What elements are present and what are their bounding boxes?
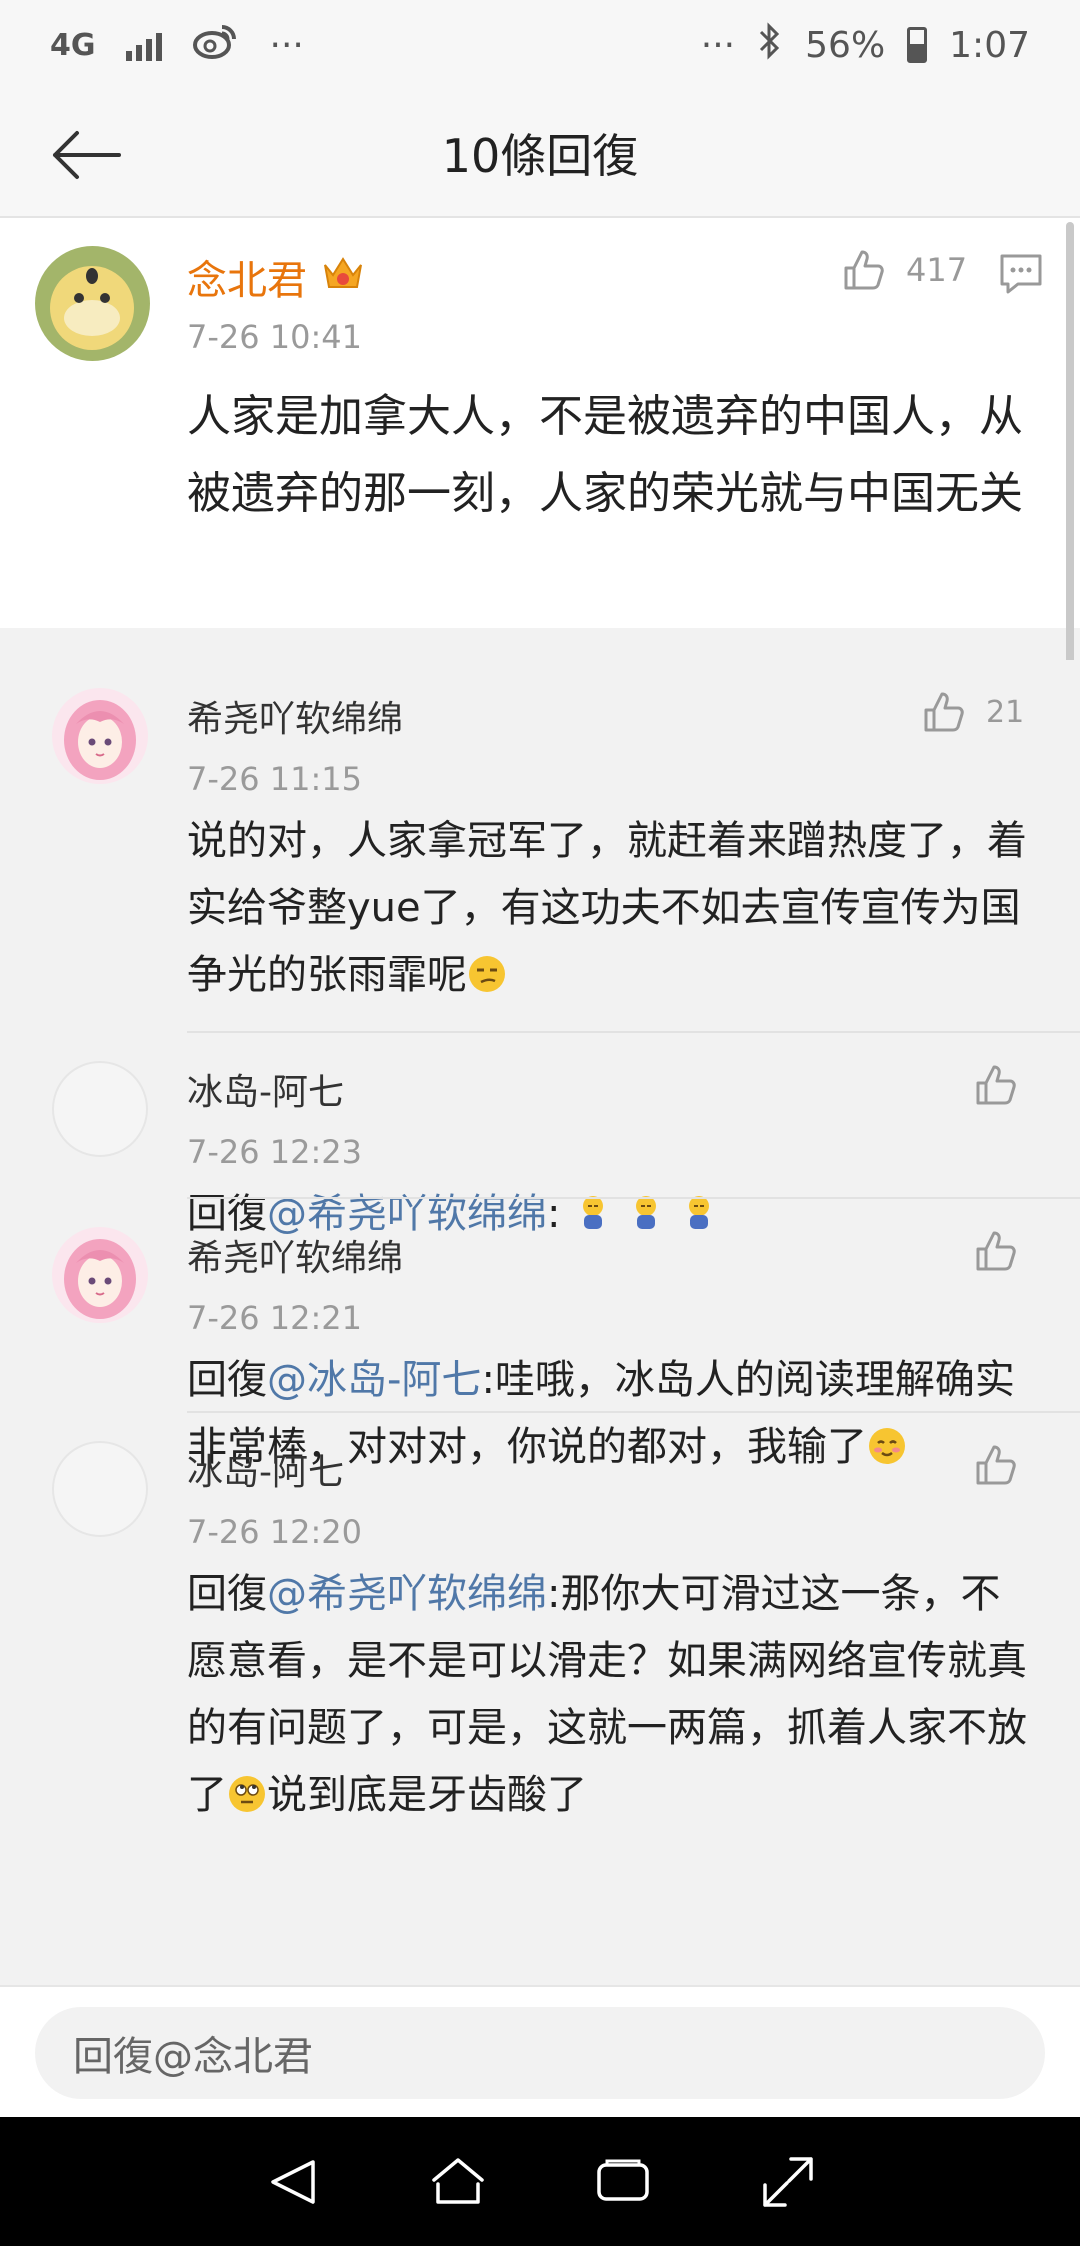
reply-text: 回復@希尧吖软绵绵:那你大可滑过这一条，不愿意看，是不是可以滑走？如果满网络宣传… [187,1571,1027,1818]
clock: 1:07 [949,24,1030,66]
nav-home-button[interactable] [413,2137,503,2227]
comment-author[interactable]: 念北君 [187,248,365,306]
avatar[interactable] [52,688,148,784]
thumbs-up-icon [976,1065,1016,1105]
nav-recents-button[interactable] [578,2137,668,2227]
mention-link[interactable]: @希尧吖软绵绵 [267,1571,547,1617]
reply-time: 7-26 12:20 [187,1513,363,1551]
mention-link[interactable]: @冰岛-阿七 [267,1357,481,1403]
avatar[interactable] [52,1061,148,1157]
reply-button[interactable] [998,252,1044,300]
reply-time: 7-26 12:21 [187,1299,363,1337]
thumbs-up-icon [976,1231,1016,1271]
like-button[interactable] [972,1227,1020,1275]
recent-apps-icon [596,2159,649,2201]
smirk-emoji [467,952,507,998]
thumbs-up-icon [976,1445,1016,1485]
comment-icon [1000,254,1042,294]
nav-expand-button[interactable] [743,2137,833,2227]
reply-author[interactable]: 冰岛-阿七 [187,1063,344,1115]
reply-input[interactable]: 回復@念北君 [35,2007,1045,2099]
page-title: 10條回復 [441,129,639,183]
like-button[interactable] [972,1061,1020,1109]
thumbs-up-icon [844,250,884,290]
home-icon [431,2157,484,2204]
like-count: 21 [986,694,1025,730]
weibo-icon [192,21,240,70]
like-button[interactable]: 21 [920,688,1024,736]
battery-percent: 56% [805,24,886,66]
bluetooth-icon [757,21,783,69]
list-item: 希尧吖软绵绵 7-26 12:21 回復@冰岛-阿七:哇哦，冰岛人的阅读理解确实… [0,1199,1080,1470]
network-type: 4G [50,27,96,63]
reply-author[interactable]: 希尧吖软绵绵 [187,1229,403,1281]
list-item: 冰岛-阿七 7-26 12:23 回復@希尧吖软绵绵: [0,1033,1080,1237]
avatar[interactable] [52,1227,148,1323]
system-nav-bar [0,2117,1080,2246]
more-status-dots: ··· [269,24,304,66]
notification-dots: ··· [700,24,736,66]
signal-icon [125,29,162,61]
like-button[interactable] [972,1441,1020,1489]
nav-back-button[interactable] [248,2137,338,2227]
triangle-back-icon [270,2159,315,2204]
reply-time: 7-26 11:15 [187,760,363,798]
list-item: 希尧吖软绵绵 7-26 11:15 21 说的对，人家拿冠军了，就赶着来蹭热度了… [0,660,1080,1033]
thumbs-up-icon [924,692,964,732]
list-item: 冰岛-阿七 7-26 12:20 回復@希尧吖软绵绵:那你大可滑过这一条，不愿意… [0,1413,1080,1985]
eyeroll-emoji [227,1772,267,1818]
reply-composer: 回復@念北君 [0,1985,1080,2117]
reply-list: 希尧吖软绵绵 7-26 11:15 21 说的对，人家拿冠军了，就赶着来蹭热度了… [0,660,1080,1985]
main-comment: 念北君 7-26 10:41 417 人家是加拿大人，不是被遗弃的中国人，从被遗… [0,218,1080,628]
battery-icon [907,27,928,63]
like-button[interactable]: 417 [840,246,967,294]
reply-text: 说的对，人家拿冠军了，就赶着来蹭热度了，着实给爷整yue了，有这功夫不如去宣传宣… [187,818,1027,998]
comment-text: 人家是加拿大人，不是被遗弃的中国人，从被遗弃的那一刻，人家的荣光就与中国无关 [187,391,1023,519]
expand-arrows-icon [762,2156,813,2207]
like-count: 417 [906,251,968,289]
avatar[interactable] [52,1441,148,1537]
reply-author[interactable]: 希尧吖软绵绵 [187,690,403,742]
top-bar: 10條回復 [0,90,1080,218]
avatar[interactable] [35,246,150,361]
reply-author[interactable]: 冰岛-阿七 [187,1443,344,1495]
status-bar: 4G ··· ··· 56% 1:07 [0,0,1080,90]
comment-time: 7-26 10:41 [187,318,363,356]
crown-badge-icon [321,253,365,301]
reply-time: 7-26 12:23 [187,1133,363,1171]
